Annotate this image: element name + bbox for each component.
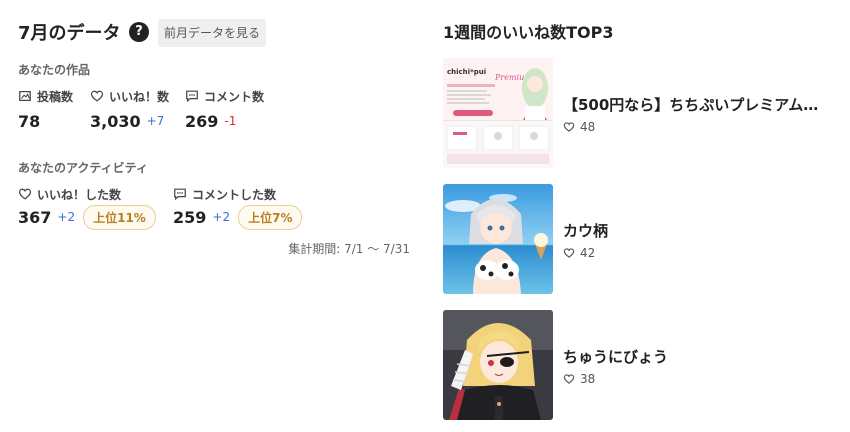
likes-count: 42 bbox=[580, 246, 596, 260]
posts-icon bbox=[19, 91, 31, 101]
artwork-likes: 38 bbox=[563, 372, 595, 386]
likes-value: 3,030 bbox=[90, 111, 141, 131]
monthly-stats-panel: 7月のデータ ? 前月データを見る あなたの作品 投稿数 78 いいね！数 3,… bbox=[18, 0, 418, 432]
artwork-title[interactable]: ちゅうにびょう bbox=[563, 346, 838, 367]
comments-given-delta: +2 bbox=[212, 210, 231, 224]
artwork-thumbnail[interactable] bbox=[443, 184, 553, 294]
top3-item[interactable]: カウ柄 42 bbox=[443, 184, 843, 294]
month-title: 7月のデータ bbox=[18, 23, 121, 44]
posts-stat: 投稿数 78 bbox=[18, 88, 73, 132]
comments-given-value: 259 bbox=[173, 207, 207, 227]
aggregation-period: 集計期間: 7/1 〜 7/31 bbox=[288, 242, 410, 256]
top3-item[interactable]: ちゅうにびょう 38 bbox=[443, 310, 843, 420]
likes-count: 38 bbox=[580, 372, 596, 386]
posts-label: 投稿数 bbox=[37, 89, 74, 104]
works-section-label: あなたの作品 bbox=[18, 63, 91, 77]
likes-given-rank-badge: 上位11% bbox=[83, 204, 156, 230]
heart-icon bbox=[563, 374, 575, 384]
likes-given-delta: +2 bbox=[57, 210, 76, 224]
thumb-logo-text: chichi*pui bbox=[447, 68, 486, 76]
comment-icon bbox=[186, 90, 198, 103]
posts-value: 78 bbox=[18, 111, 41, 131]
likes-given-stat: いいね！した数 367 +2 上位11% bbox=[18, 186, 156, 230]
heart-icon bbox=[563, 122, 575, 132]
artwork-title[interactable]: 【500円なら】ちちぷいプレミアム… bbox=[563, 94, 838, 115]
comment-icon bbox=[174, 188, 186, 201]
comments-label: コメント数 bbox=[204, 89, 265, 104]
artwork-thumbnail[interactable]: chichi*pui Premium bbox=[443, 58, 553, 168]
weekly-top3-panel: 1週間のいいね数TOP3 chichi*pui Premium 【500円なら】… bbox=[443, 0, 843, 432]
artwork-likes: 42 bbox=[563, 246, 595, 260]
likes-label: いいね！数 bbox=[109, 89, 170, 104]
likes-delta: +7 bbox=[146, 114, 165, 128]
activity-section-label: あなたのアクティビティ bbox=[18, 161, 148, 175]
likes-stat: いいね！数 3,030 +7 bbox=[90, 88, 169, 132]
artwork-thumbnail[interactable] bbox=[443, 310, 553, 420]
top3-title: 1週間のいいね数TOP3 bbox=[443, 23, 614, 42]
help-icon[interactable]: ? bbox=[129, 22, 149, 42]
artwork-likes: 48 bbox=[563, 120, 595, 134]
prev-month-button[interactable]: 前月データを見る bbox=[158, 19, 267, 47]
comments-given-rank-badge: 上位7% bbox=[238, 204, 303, 230]
likes-count: 48 bbox=[580, 120, 596, 134]
artwork-title[interactable]: カウ柄 bbox=[563, 220, 838, 241]
heart-icon bbox=[90, 90, 104, 102]
comments-stat: コメント数 269 -1 bbox=[185, 88, 264, 132]
comments-given-label: コメントした数 bbox=[192, 187, 277, 202]
heart-icon bbox=[563, 248, 575, 258]
top3-item[interactable]: chichi*pui Premium 【500円なら】ちちぷいプレミアム… 48 bbox=[443, 58, 843, 168]
heart-icon bbox=[18, 188, 32, 200]
likes-given-label: いいね！した数 bbox=[37, 187, 122, 202]
comments-delta: -1 bbox=[224, 114, 237, 128]
comments-given-stat: コメントした数 259 +2 上位7% bbox=[173, 186, 303, 230]
likes-given-value: 367 bbox=[18, 207, 52, 227]
comments-value: 269 bbox=[185, 111, 219, 131]
